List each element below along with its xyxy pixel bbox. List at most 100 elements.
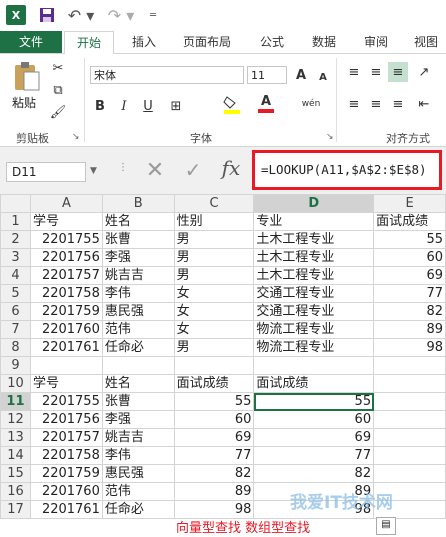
cell-a15[interactable]: 2201759 <box>29 464 103 483</box>
grow-font-icon[interactable]: A <box>291 65 311 85</box>
enter-formula-button[interactable]: ✓ <box>178 158 208 184</box>
cell-e8[interactable]: 98 <box>373 338 446 357</box>
cell-c15[interactable]: 82 <box>173 464 255 483</box>
cell-a13[interactable]: 2201757 <box>29 428 103 447</box>
cell-d4[interactable]: 土木工程专业 <box>253 266 375 285</box>
cell-d11[interactable]: 55 <box>253 392 375 411</box>
cell-a4[interactable]: 2201757 <box>29 266 103 285</box>
cut-icon[interactable]: ✂ <box>48 58 68 78</box>
row-header[interactable]: 1 <box>0 212 31 231</box>
cell-c16[interactable]: 89 <box>173 482 255 501</box>
tab-review[interactable]: 审阅 <box>354 31 398 53</box>
tab-page-layout[interactable]: 页面布局 <box>172 31 242 53</box>
tab-insert[interactable]: 插入 <box>122 31 166 53</box>
cell-d7[interactable]: 物流工程专业 <box>253 320 375 339</box>
cell-e11[interactable] <box>373 392 446 411</box>
tab-data[interactable]: 数据 <box>302 31 346 53</box>
cell-e4[interactable]: 69 <box>373 266 446 285</box>
cell-d8[interactable]: 物流工程专业 <box>253 338 375 357</box>
select-all-corner[interactable] <box>0 194 31 213</box>
copy-icon[interactable]: ⧉ <box>48 80 68 100</box>
cell-c4[interactable]: 男 <box>173 266 255 285</box>
align-top-icon[interactable]: ≡ <box>344 62 364 82</box>
shrink-font-icon[interactable]: A <box>313 67 333 87</box>
cell-b1[interactable]: 姓名 <box>101 212 175 231</box>
tab-view[interactable]: 视图 <box>406 31 446 53</box>
cell-b11[interactable]: 张曹 <box>101 392 175 411</box>
row-header[interactable]: 10 <box>0 374 31 393</box>
name-box-dropdown-icon[interactable]: ▼ <box>90 166 97 176</box>
clipboard-launcher-icon[interactable]: ↘ <box>72 132 80 142</box>
cell-a3[interactable]: 2201756 <box>29 248 103 267</box>
row-header[interactable]: 6 <box>0 302 31 321</box>
cell-b10[interactable]: 姓名 <box>101 374 175 393</box>
cell-c17[interactable]: 98 <box>173 500 255 519</box>
cell-b13[interactable]: 姚吉吉 <box>101 428 175 447</box>
cell-d12[interactable]: 60 <box>253 410 375 429</box>
cell-c12[interactable]: 60 <box>173 410 255 429</box>
cell-e13[interactable] <box>373 428 446 447</box>
phonetic-guide-icon[interactable]: wén <box>298 94 324 114</box>
cell-a6[interactable]: 2201759 <box>29 302 103 321</box>
row-header[interactable]: 14 <box>0 446 31 465</box>
insert-function-button[interactable]: fx <box>216 156 246 182</box>
cell-b8[interactable]: 任命必 <box>101 338 175 357</box>
cell-a14[interactable]: 2201758 <box>29 446 103 465</box>
column-header-d[interactable]: D <box>253 194 375 213</box>
cell-c13[interactable]: 69 <box>173 428 255 447</box>
cell-d1[interactable]: 专业 <box>253 212 375 231</box>
cell-a9[interactable] <box>29 356 103 375</box>
align-middle-icon[interactable]: ≡ <box>366 62 386 82</box>
paste-icon[interactable] <box>12 60 42 92</box>
cell-e5[interactable]: 77 <box>373 284 446 303</box>
cell-b6[interactable]: 惠民强 <box>101 302 175 321</box>
row-header[interactable]: 7 <box>0 320 31 339</box>
column-header-b[interactable]: B <box>101 194 175 213</box>
row-header[interactable]: 4 <box>0 266 31 285</box>
cell-c7[interactable]: 女 <box>173 320 255 339</box>
cell-a7[interactable]: 2201760 <box>29 320 103 339</box>
cell-d3[interactable]: 土木工程专业 <box>253 248 375 267</box>
fill-color-icon[interactable] <box>222 94 242 114</box>
cell-c6[interactable]: 女 <box>173 302 255 321</box>
cell-b7[interactable]: 范伟 <box>101 320 175 339</box>
font-name-select[interactable]: 宋体 <box>90 66 244 84</box>
cell-c2[interactable]: 男 <box>173 230 255 249</box>
cell-c5[interactable]: 女 <box>173 284 255 303</box>
row-header[interactable]: 15 <box>0 464 31 483</box>
cell-a16[interactable]: 2201760 <box>29 482 103 501</box>
cell-a12[interactable]: 2201756 <box>29 410 103 429</box>
cell-c11[interactable]: 55 <box>173 392 255 411</box>
row-header[interactable]: 16 <box>0 482 31 501</box>
cell-b2[interactable]: 张曹 <box>101 230 175 249</box>
cell-e10[interactable] <box>373 374 446 393</box>
row-header[interactable]: 17 <box>0 500 31 519</box>
format-painter-icon[interactable]: 🖌 <box>48 102 68 122</box>
cell-e3[interactable]: 60 <box>373 248 446 267</box>
font-launcher-icon[interactable]: ↘ <box>326 132 334 142</box>
cell-d2[interactable]: 土木工程专业 <box>253 230 375 249</box>
cell-a2[interactable]: 2201755 <box>29 230 103 249</box>
paste-button-label[interactable]: 粘贴 <box>12 94 36 111</box>
cell-d14[interactable]: 77 <box>253 446 375 465</box>
row-header[interactable]: 3 <box>0 248 31 267</box>
row-header[interactable]: 2 <box>0 230 31 249</box>
align-right-icon[interactable]: ≡ <box>388 94 408 114</box>
bold-button[interactable]: B <box>90 96 110 116</box>
cell-b9[interactable] <box>101 356 175 375</box>
cell-e15[interactable] <box>373 464 446 483</box>
cell-d9[interactable] <box>253 356 375 375</box>
redo-icon[interactable]: ↷ ▾ <box>106 5 136 25</box>
font-color-icon[interactable]: A <box>256 94 276 114</box>
cell-a5[interactable]: 2201758 <box>29 284 103 303</box>
cell-c1[interactable]: 性别 <box>173 212 255 231</box>
borders-icon[interactable]: ⊞ <box>166 96 186 116</box>
formula-input[interactable]: =LOOKUP(A11,$A$2:$E$8) <box>252 150 442 190</box>
cell-d13[interactable]: 69 <box>253 428 375 447</box>
cell-b17[interactable]: 任命必 <box>101 500 175 519</box>
cell-a17[interactable]: 2201761 <box>29 500 103 519</box>
row-header[interactable]: 8 <box>0 338 31 357</box>
cell-d5[interactable]: 交通工程专业 <box>253 284 375 303</box>
cell-e1[interactable]: 面试成绩 <box>373 212 446 231</box>
cell-e12[interactable] <box>373 410 446 429</box>
